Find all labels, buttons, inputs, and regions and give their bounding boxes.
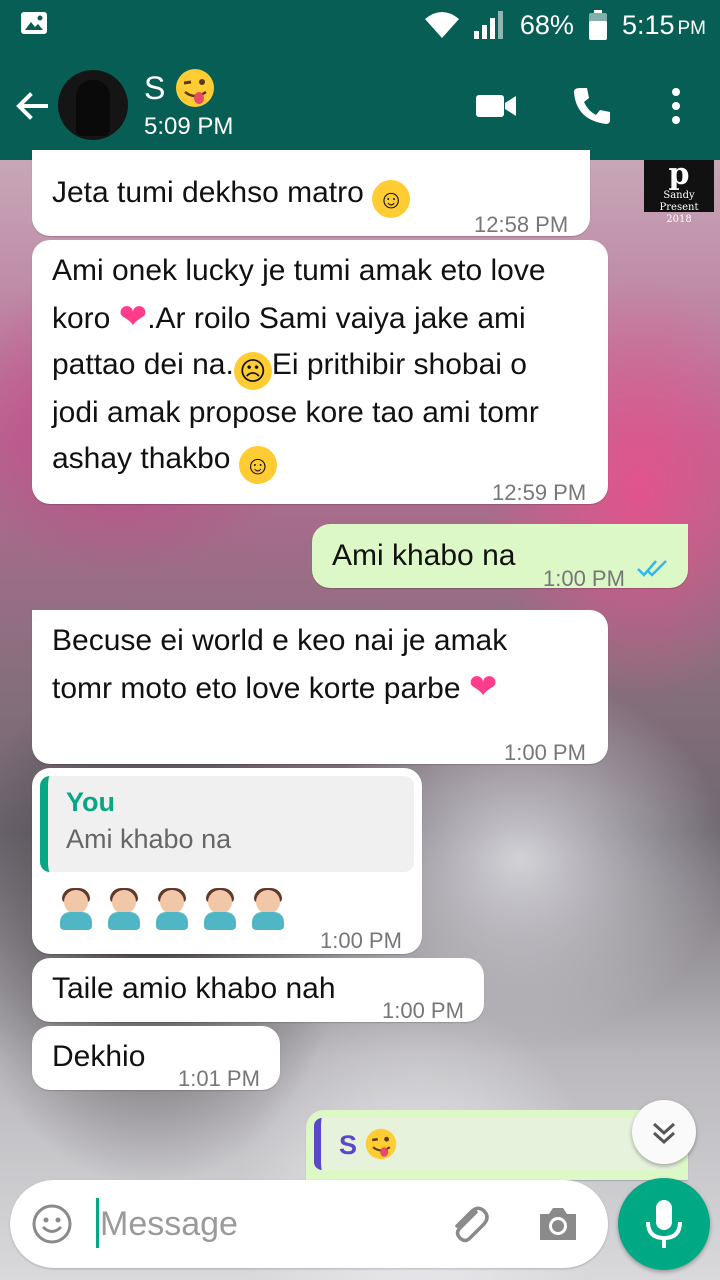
- facepalm-emoji-icon: [248, 888, 288, 930]
- message-incoming-reply[interactable]: You Ami khabo na 1:00 PM: [32, 768, 422, 954]
- battery-percent: 68%: [519, 9, 574, 40]
- video-call-icon[interactable]: [474, 84, 518, 128]
- back-arrow-icon[interactable]: [12, 86, 52, 126]
- contact-avatar[interactable]: [58, 70, 128, 140]
- rofl-emoji-icon: ☺: [372, 180, 411, 218]
- message-incoming[interactable]: Taile amio khabo nah 1:00 PM: [32, 958, 484, 1023]
- message-time: 1:00 PM: [543, 566, 625, 591]
- message-outgoing[interactable]: Ami khabo na 1:00 PM: [312, 524, 688, 591]
- message-composer: [10, 1180, 608, 1268]
- signal-icon: [473, 11, 503, 39]
- message-time: 1:00 PM: [382, 998, 464, 1023]
- message-incoming[interactable]: Becuse ei world e keo nai je amak tomr m…: [32, 610, 608, 765]
- microphone-icon: [646, 1200, 682, 1248]
- voice-message-button[interactable]: [618, 1178, 710, 1270]
- voice-call-icon[interactable]: [570, 84, 614, 128]
- gallery-notification-icon: [21, 12, 47, 34]
- quoted-message[interactable]: S: [314, 1118, 680, 1170]
- wink-tongue-emoji-icon: [176, 69, 215, 107]
- contact-name[interactable]: S: [144, 68, 215, 108]
- attach-icon[interactable]: [446, 1202, 492, 1248]
- revolving-hearts-emoji-icon: ❤: [118, 298, 148, 336]
- scroll-to-bottom-button[interactable]: [632, 1100, 696, 1164]
- message-outgoing-reply[interactable]: S: [306, 1110, 688, 1180]
- quoted-message[interactable]: You Ami khabo na: [40, 776, 414, 872]
- status-bar: 68% 5:15 PM: [0, 0, 720, 50]
- message-time: 1:01 PM: [178, 1066, 260, 1091]
- message-incoming[interactable]: Dekhio 1:01 PM: [32, 1026, 280, 1091]
- wifi-icon: [424, 12, 459, 38]
- unamused-face-emoji-icon: ☹: [233, 352, 272, 390]
- message-time: 1:00 PM: [504, 740, 586, 765]
- more-options-icon[interactable]: [654, 84, 698, 128]
- battery-icon: [588, 10, 607, 40]
- status-right-group: 68% 5:15 PM: [424, 8, 706, 42]
- kissing-face-emoji-icon: ☺: [238, 446, 277, 484]
- message-time: 12:59 PM: [492, 480, 587, 505]
- wallpaper-watermark: p Sandy Present 2018: [644, 160, 714, 225]
- message-incoming[interactable]: Jeta tumi dekhso matro ☺ 12:58 PM: [32, 150, 590, 237]
- facepalm-emoji-icon: [152, 888, 192, 930]
- emoji-icon[interactable]: [30, 1202, 74, 1246]
- read-receipt-icon: [637, 560, 667, 577]
- double-chevron-down-icon: [652, 1122, 676, 1145]
- facepalm-emoji-icon: [104, 888, 144, 930]
- revolving-hearts-emoji-icon: ❤: [468, 668, 498, 706]
- facepalm-emoji-row: [56, 888, 296, 930]
- facepalm-emoji-icon: [200, 888, 240, 930]
- chat-header: S 5:09 PM: [0, 50, 720, 160]
- message-incoming[interactable]: Ami onek lucky je tumi amak eto love kor…: [32, 240, 608, 505]
- message-input[interactable]: [96, 1196, 430, 1252]
- camera-icon[interactable]: [536, 1204, 580, 1244]
- facepalm-emoji-icon: [56, 888, 96, 930]
- wink-tongue-emoji-icon: [365, 1128, 396, 1160]
- clock: 5:15 PM: [621, 9, 706, 40]
- last-seen-text: 5:09 PM: [144, 113, 234, 140]
